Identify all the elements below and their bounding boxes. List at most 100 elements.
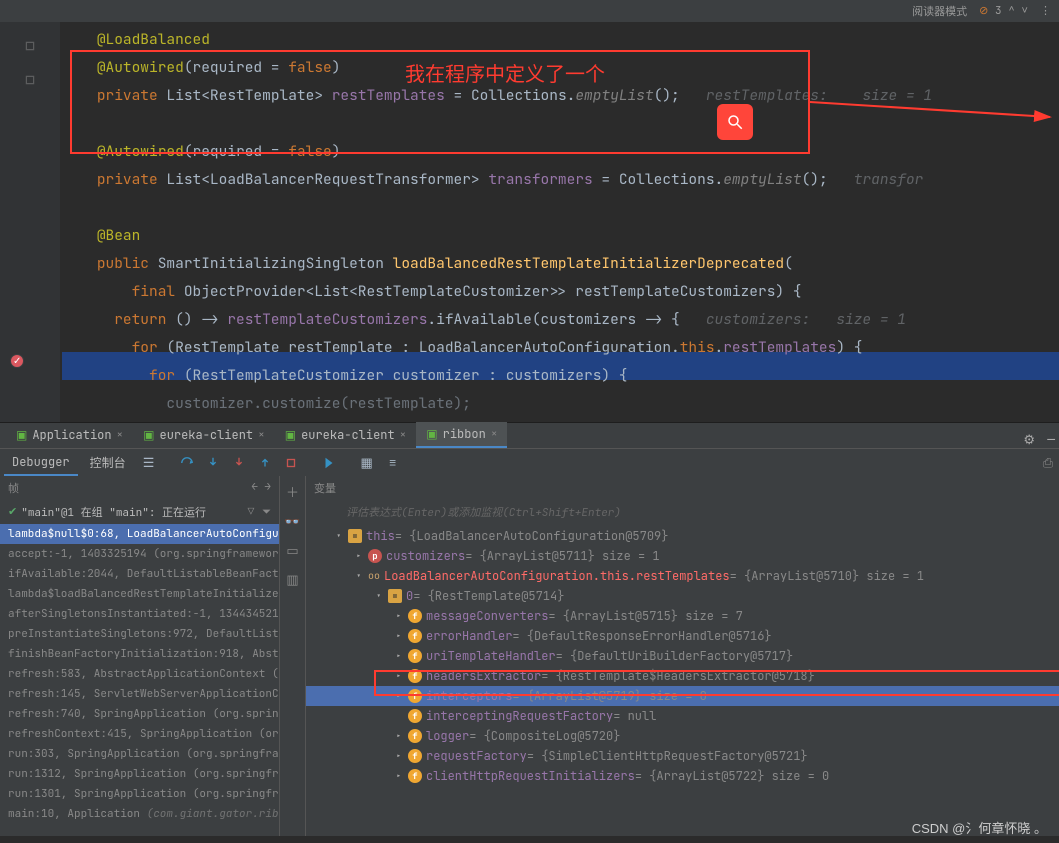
stack-frame[interactable]: refresh:145, ServletWebServerApplication… <box>0 684 279 704</box>
expand-arrow-icon[interactable]: ▸ <box>396 726 408 746</box>
stack-frame[interactable]: refreshContext:415, SpringApplication (o… <box>0 724 279 744</box>
expand-arrow-icon[interactable]: ▸ <box>396 606 408 626</box>
expand-arrow-icon[interactable]: ▸ <box>356 546 368 566</box>
run-to-cursor-icon[interactable] <box>318 452 340 474</box>
frames-list[interactable]: lambda$null$0:68, LoadBalancerAutoConfig… <box>0 524 279 836</box>
step-over-icon[interactable] <box>176 452 198 474</box>
run-config-icon: ▣ <box>285 427 296 443</box>
expand-arrow-icon[interactable]: ▸ <box>396 666 408 686</box>
trace-icon[interactable]: ≡ <box>382 452 404 474</box>
tab-eureka-client[interactable]: ▣eureka-client× <box>275 422 417 448</box>
object-icon: = <box>388 589 402 603</box>
variable-row[interactable]: ▾=0 = {RestTemplate@5714} <box>306 586 1059 606</box>
field-icon: f <box>408 649 422 663</box>
run-tabs: ▣Application×▣eureka-client×▣eureka-clie… <box>0 422 1059 448</box>
debugger-tab[interactable]: Debugger <box>4 450 78 476</box>
debug-panel: 帧 ← → ✔ "main"@1 在组 "main": 正在运行 ▽ ⏷ lam… <box>0 476 1059 836</box>
stack-frame[interactable]: finishBeanFactoryInitialization:918, Abs… <box>0 644 279 664</box>
console-tab[interactable]: 控制台 <box>82 450 134 475</box>
watches-icon[interactable]: ▭ <box>286 542 298 559</box>
variable-row[interactable]: ▸furiTemplateHandler = {DefaultUriBuilde… <box>306 646 1059 666</box>
evaluate-expression-input[interactable]: 评估表达式(Enter)或添加监视(Ctrl+Shift+Enter) <box>306 500 1059 524</box>
code-editor[interactable]: @LoadBalanced @Autowired(required = fals… <box>0 22 1059 422</box>
stack-frame[interactable]: main:10, Application (com.giant.gator.ri… <box>0 804 279 824</box>
variable-row[interactable]: ▸fheadersExtractor = {RestTemplate$Heade… <box>306 666 1059 686</box>
expand-arrow-icon[interactable]: ▸ <box>396 626 408 646</box>
close-icon[interactable]: × <box>117 428 124 442</box>
variable-row[interactable]: ▸flogger = {CompositeLog@5720} <box>306 726 1059 746</box>
expand-arrow-icon[interactable]: ▸ <box>396 646 408 666</box>
tab-Application[interactable]: ▣Application× <box>6 422 133 448</box>
variables-tree[interactable]: ▾=this = {LoadBalancerAutoConfiguration@… <box>306 524 1059 788</box>
stack-frame[interactable]: lambda$loadBalancedRestTemplateInitializ… <box>0 584 279 604</box>
reader-mode-label[interactable]: 阅读器模式 <box>912 3 967 19</box>
expand-arrow-icon[interactable]: ▸ <box>396 746 408 766</box>
stack-frame[interactable]: preInstantiateSingletons:972, DefaultLis… <box>0 624 279 644</box>
field-icon: f <box>408 669 422 683</box>
filter-icon[interactable]: ⏷ <box>262 505 271 519</box>
add-watch-icon[interactable]: ＋ <box>286 482 299 501</box>
tab-ribbon[interactable]: ▣ribbon× <box>416 422 507 448</box>
stack-frame[interactable]: refresh:740, SpringApplication (org.spri… <box>0 704 279 724</box>
variable-row[interactable]: ▸finterceptors = {ArrayList@5719} size =… <box>306 686 1059 706</box>
force-step-into-icon[interactable] <box>228 452 250 474</box>
layout-icon[interactable]: ☰ <box>138 452 160 474</box>
pin-icon[interactable]: ⎙ <box>1037 452 1059 474</box>
code-lines: @LoadBalanced @Autowired(required = fals… <box>62 26 932 418</box>
field-icon: f <box>408 769 422 783</box>
vars-header: 变量 <box>306 476 1059 500</box>
settings-icon[interactable]: ⚙ <box>1023 431 1035 448</box>
expand-arrow-icon[interactable]: ▾ <box>356 566 368 586</box>
search-icon <box>726 113 744 131</box>
variable-row[interactable]: finterceptingRequestFactory = null <box>306 706 1059 726</box>
layout-vars-icon[interactable]: ▥ <box>286 571 298 588</box>
field-icon: f <box>408 689 422 703</box>
step-out-icon[interactable] <box>254 452 276 474</box>
object-icon: = <box>348 529 362 543</box>
field-icon: f <box>408 629 422 643</box>
variable-row[interactable]: ▾ooLoadBalancerAutoConfiguration.this.re… <box>306 566 1059 586</box>
thread-selector[interactable]: ✔ "main"@1 在组 "main": 正在运行 ▽ ⏷ <box>0 500 279 524</box>
expand-arrow-icon[interactable]: ▸ <box>396 686 408 706</box>
stack-frame[interactable]: refresh:583, AbstractApplicationContext … <box>0 664 279 684</box>
variable-row[interactable]: ▸pcustomizers = {ArrayList@5711} size = … <box>306 546 1059 566</box>
expand-arrow-icon[interactable]: ▾ <box>376 586 388 606</box>
expand-arrow-icon[interactable]: ▸ <box>396 766 408 786</box>
field-icon: f <box>408 609 422 623</box>
expand-arrow-icon[interactable]: ▾ <box>336 526 348 546</box>
link-icon: oo <box>368 569 380 583</box>
variable-row[interactable]: ▸frequestFactory = {SimpleClientHttpRequ… <box>306 746 1059 766</box>
error-count[interactable]: ⊘ 3 ^ ˅ <box>979 4 1028 18</box>
stack-frame[interactable]: accept:-1, 1403325194 (org.springframewo… <box>0 544 279 564</box>
close-icon[interactable]: × <box>258 428 265 442</box>
stack-frame[interactable]: afterSingletonsInstantiated:-1, 13443452… <box>0 604 279 624</box>
field-icon: f <box>408 709 422 723</box>
stack-frame[interactable]: lambda$null$0:68, LoadBalancerAutoConfig… <box>0 524 279 544</box>
breakpoint-icon[interactable] <box>10 354 24 368</box>
search-button[interactable] <box>717 104 753 140</box>
stack-frame[interactable]: run:1312, SpringApplication (org.springf… <box>0 764 279 784</box>
vars-sidebar: ＋ 👓 ▭ ▥ <box>280 476 306 836</box>
minimize-icon[interactable]: — <box>1047 431 1055 448</box>
tab-eureka-client[interactable]: ▣eureka-client× <box>133 422 275 448</box>
close-icon[interactable]: × <box>491 427 498 441</box>
variable-row[interactable]: ▸fmessageConverters = {ArrayList@5715} s… <box>306 606 1059 626</box>
stack-frame[interactable]: run:1301, SpringApplication (org.springf… <box>0 784 279 804</box>
frames-header: 帧 ← → <box>0 476 279 500</box>
variable-row[interactable]: ▸fclientHttpRequestInitializers = {Array… <box>306 766 1059 786</box>
run-config-icon: ▣ <box>143 427 154 443</box>
debug-toolbar: Debugger 控制台 ☰ ▦ ≡ ⎙ <box>0 448 1059 476</box>
stack-frame[interactable]: run:303, SpringApplication (org.springfr… <box>0 744 279 764</box>
step-into-icon[interactable] <box>202 452 224 474</box>
glasses-icon[interactable]: 👓 <box>284 513 300 530</box>
run-config-icon: ▣ <box>16 427 27 443</box>
stack-frame[interactable]: ifAvailable:2044, DefaultListableBeanFac… <box>0 564 279 584</box>
close-icon[interactable]: × <box>400 428 407 442</box>
frames-panel: 帧 ← → ✔ "main"@1 在组 "main": 正在运行 ▽ ⏷ lam… <box>0 476 280 836</box>
variable-row[interactable]: ▾=this = {LoadBalancerAutoConfiguration@… <box>306 526 1059 546</box>
field-icon: f <box>408 749 422 763</box>
evaluate-icon[interactable]: ▦ <box>356 452 378 474</box>
variable-row[interactable]: ▸ferrorHandler = {DefaultResponseErrorHa… <box>306 626 1059 646</box>
field-icon: p <box>368 549 382 563</box>
drop-frame-icon[interactable] <box>280 452 302 474</box>
